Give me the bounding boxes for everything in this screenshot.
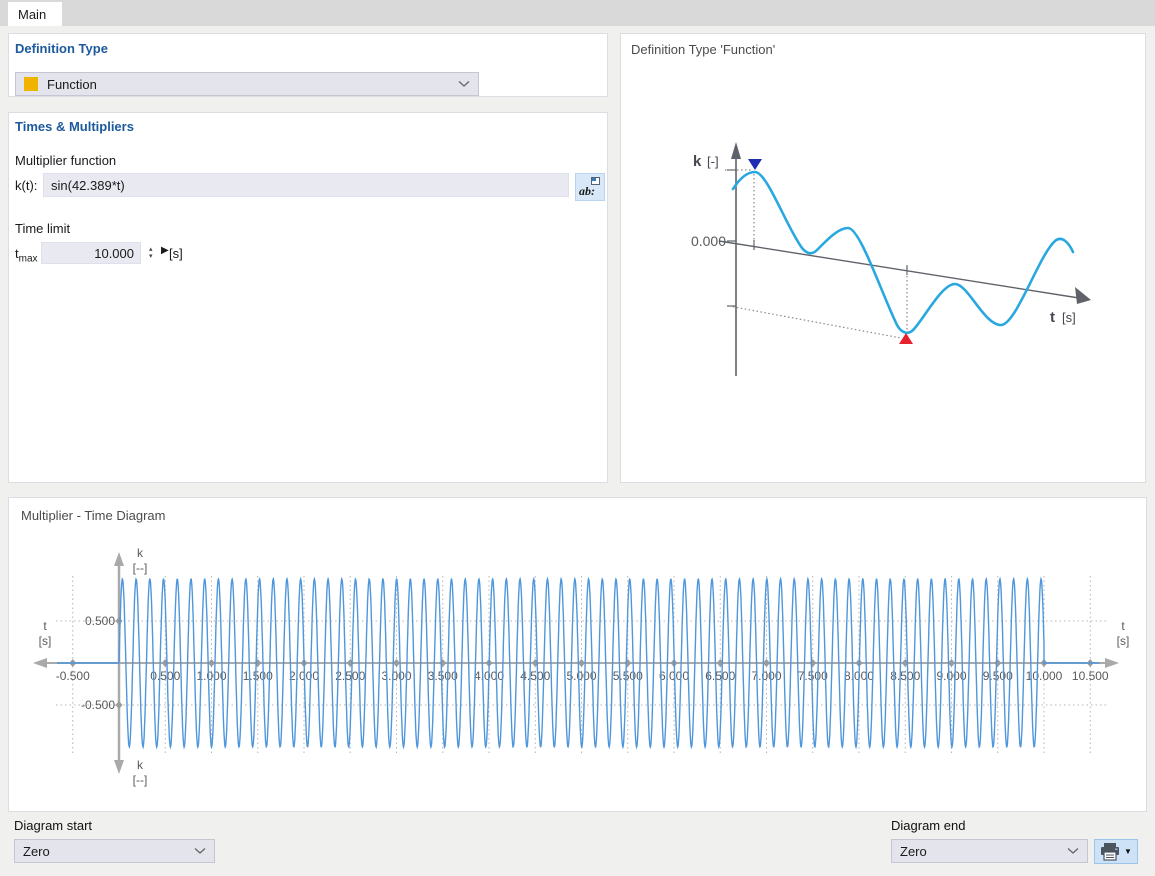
spin-down-icon[interactable]: ▾ <box>149 253 153 260</box>
tmax-label: tmax <box>15 246 38 265</box>
definition-type-dropdown[interactable]: Function <box>15 72 479 96</box>
times-multipliers-panel: Times & Multipliers Multiplier function … <box>8 112 608 483</box>
svg-text:k: k <box>693 153 702 170</box>
diagram-end-label: Diagram end <box>891 818 966 833</box>
svg-text:k: k <box>137 546 144 560</box>
svg-text:9.500: 9.500 <box>983 669 1013 683</box>
svg-text:[s]: [s] <box>39 634 52 648</box>
spin-up-icon[interactable]: ▴ <box>149 246 153 253</box>
definition-type-header: Definition Type <box>15 41 108 56</box>
tmax-input[interactable] <box>41 242 141 264</box>
kt-label: k(t): <box>15 178 38 193</box>
multiplier-time-diagram-panel: Multiplier - Time Diagram -0.500 0.500 1.0… <box>8 497 1147 812</box>
printer-icon <box>1101 842 1120 861</box>
tmax-unit: [s] <box>169 246 183 261</box>
svg-text:[--]: [--] <box>133 773 148 787</box>
diagram-end-value: Zero <box>900 843 927 859</box>
tab-bar: Main <box>0 0 1155 26</box>
tmax-spinner[interactable]: ▴ ▾ <box>149 242 153 264</box>
diagram-start-value: Zero <box>23 843 50 859</box>
edit-formula-button[interactable]: ab: <box>575 173 605 201</box>
tab-main[interactable]: Main <box>8 2 62 26</box>
function-color-swatch <box>24 77 38 91</box>
diagram-end-dropdown[interactable]: Zero <box>891 839 1088 863</box>
svg-text:1.500: 1.500 <box>243 669 273 683</box>
diagram-start-dropdown[interactable]: Zero <box>14 839 215 863</box>
diagram-start-label: Diagram start <box>14 818 93 833</box>
time-limit-label: Time limit <box>15 221 71 236</box>
svg-text:0.500: 0.500 <box>150 669 180 683</box>
svg-text:t: t <box>1050 309 1055 326</box>
svg-text:5.500: 5.500 <box>613 669 643 683</box>
tmax-detail-button[interactable]: ▶ <box>161 245 169 256</box>
svg-text:10.500: 10.500 <box>1072 669 1109 683</box>
multiplier-function-input[interactable] <box>43 173 569 197</box>
svg-text:t: t <box>43 619 47 633</box>
chevron-down-icon <box>194 848 206 854</box>
chevron-down-icon <box>458 81 470 87</box>
definition-type-panel: Definition Type Function <box>8 33 608 97</box>
svg-text:0.500: 0.500 <box>85 614 115 628</box>
svg-text:4.500: 4.500 <box>520 669 550 683</box>
svg-text:-0.500: -0.500 <box>81 698 115 712</box>
svg-text:[-]: [-] <box>707 154 719 169</box>
print-options-caret[interactable]: ▼ <box>1124 847 1132 856</box>
svg-text:2.500: 2.500 <box>335 669 365 683</box>
ab-glyph: ab: <box>579 184 595 198</box>
chevron-down-icon <box>1067 848 1079 854</box>
svg-text:7.500: 7.500 <box>798 669 828 683</box>
multiplier-time-chart: -0.500 0.500 1.000 1.500 2.000 2.500 3.000 3.50… <box>33 546 1130 787</box>
svg-text:[s]: [s] <box>1117 634 1130 648</box>
min-marker-icon <box>899 333 913 344</box>
svg-text:-0.500: -0.500 <box>56 669 90 683</box>
diagram-title: Multiplier - Time Diagram <box>21 508 166 523</box>
svg-text:k: k <box>137 758 144 772</box>
multiplier-function-label: Multiplier function <box>15 153 117 168</box>
svg-text:[--]: [--] <box>133 561 148 575</box>
max-marker-icon <box>748 159 762 170</box>
svg-text:0.000: 0.000 <box>691 233 726 249</box>
svg-text:3.500: 3.500 <box>428 669 458 683</box>
times-multipliers-header: Times & Multipliers <box>15 119 134 134</box>
svg-text:t: t <box>1121 619 1125 633</box>
svg-text:[s]: [s] <box>1062 310 1076 325</box>
print-button[interactable]: ▼ <box>1094 839 1138 864</box>
svg-text:6.500: 6.500 <box>705 669 735 683</box>
definition-preview-panel: Definition Type 'Function' k [-] 0.000 t… <box>620 33 1146 483</box>
function-schematic: k [-] 0.000 t [s] <box>691 142 1091 376</box>
definition-type-value: Function <box>47 76 97 92</box>
